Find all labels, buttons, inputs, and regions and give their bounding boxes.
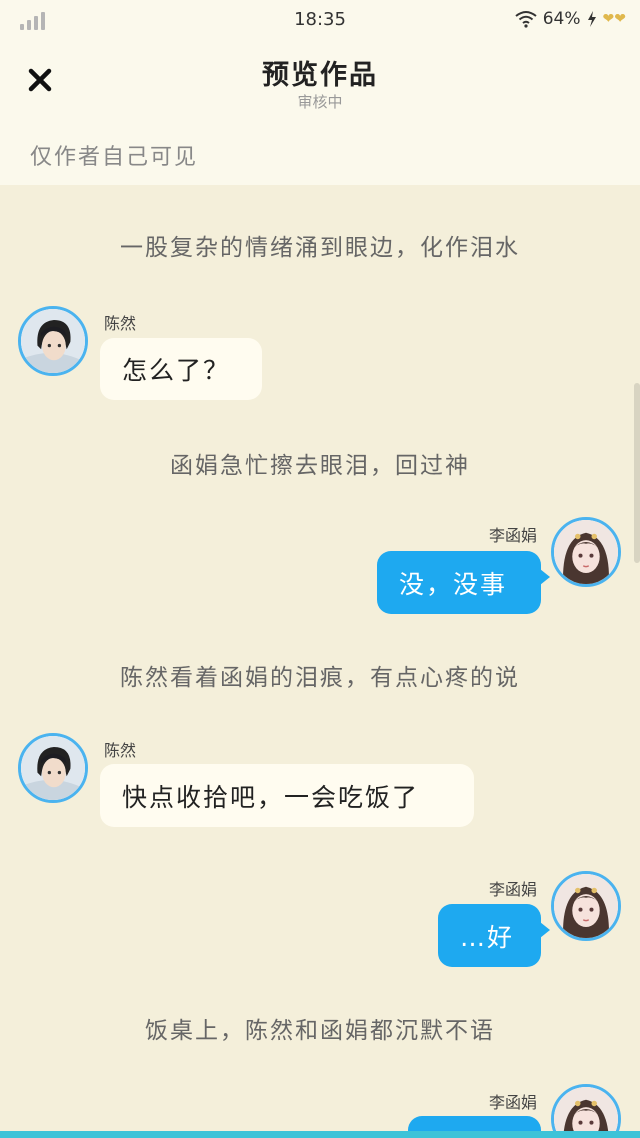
status-bar: 18:35 64% ❤❤ bbox=[0, 0, 640, 40]
avatar-lihanjuan[interactable] bbox=[551, 1084, 621, 1138]
status-right: 64% ❤❤ bbox=[515, 9, 626, 29]
visibility-note: 仅作者自己可见 bbox=[30, 145, 199, 170]
scrollbar[interactable] bbox=[634, 383, 640, 563]
avatar-lihanjuan[interactable] bbox=[551, 517, 621, 587]
heart-icon: ❤❤ bbox=[602, 11, 626, 27]
sender-name: 李函娟 bbox=[488, 880, 537, 899]
narration: 陈然看着函娟的泪痕，有点心疼的说 bbox=[120, 665, 520, 691]
narration: 函娟急忙擦去眼泪，回过神 bbox=[170, 453, 470, 479]
message-bubble[interactable]: 没，没事 bbox=[377, 551, 550, 614]
sender-name: 李函娟 bbox=[488, 526, 537, 545]
sender-name: 李函娟 bbox=[488, 1093, 537, 1112]
page-title: 预览作品 bbox=[262, 60, 378, 91]
header: 18:35 64% ❤❤ 预览作品 审核中 仅作者自己可见 bbox=[0, 0, 640, 185]
charging-icon bbox=[587, 11, 596, 27]
sender-name: 陈然 bbox=[104, 741, 137, 760]
boy-avatar-icon bbox=[21, 736, 85, 800]
battery-level: 64% bbox=[542, 9, 581, 29]
message-bubble[interactable]: 怎么了？ bbox=[100, 338, 262, 400]
review-status: 审核中 bbox=[297, 93, 343, 111]
boy-avatar-icon bbox=[21, 309, 85, 373]
avatar-lihanjuan[interactable] bbox=[551, 871, 621, 941]
avatar-chenran[interactable] bbox=[18, 733, 88, 803]
message-bubble[interactable]: …好 bbox=[438, 904, 550, 967]
avatar-chenran[interactable] bbox=[18, 306, 88, 376]
narration: 饭桌上，陈然和函娟都沉默不语 bbox=[145, 1018, 495, 1044]
girl-avatar-icon bbox=[554, 520, 618, 584]
sender-name: 陈然 bbox=[104, 314, 137, 333]
message-bubble[interactable]: 快点收拾吧，一会吃饭了 bbox=[100, 764, 474, 827]
bottom-bar bbox=[0, 1131, 640, 1138]
narration: 一股复杂的情绪涌到眼边，化作泪水 bbox=[120, 235, 520, 261]
wifi-icon bbox=[515, 11, 537, 28]
girl-avatar-icon bbox=[554, 874, 618, 938]
